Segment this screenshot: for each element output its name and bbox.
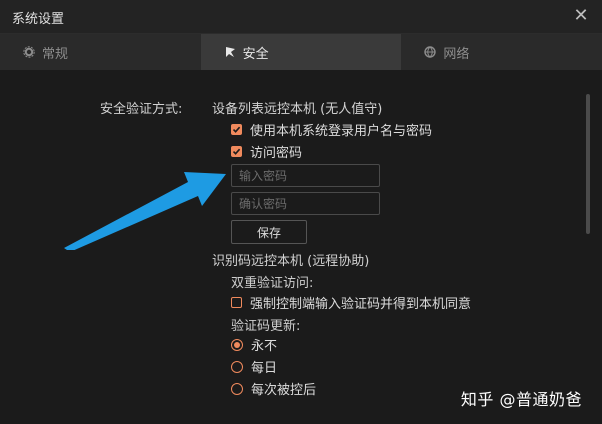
window-title: 系统设置 <box>12 12 65 27</box>
update-option-after-session[interactable]: 每次被控后 <box>231 379 316 398</box>
force-verify-checkbox[interactable] <box>231 297 242 308</box>
update-option-daily[interactable]: 每日 <box>231 357 277 376</box>
update-daily-label: 每日 <box>251 361 278 376</box>
scrollbar-thumb[interactable] <box>586 94 590 234</box>
save-button[interactable]: 保存 <box>231 220 307 244</box>
use-system-login-label: 使用本机系统登录用户名与密码 <box>250 124 433 139</box>
watermark-text: 知乎 @普通奶爸 <box>460 390 582 409</box>
update-option-never[interactable]: 永不 <box>231 335 277 354</box>
force-verify-option[interactable]: 强制控制端输入验证码并得到本机同意 <box>231 293 471 312</box>
update-never-label: 永不 <box>251 339 278 354</box>
use-system-login-checkbox[interactable] <box>231 124 242 135</box>
password-input[interactable] <box>231 164 380 187</box>
radio-selected-dot <box>234 341 240 348</box>
access-password-checkbox[interactable] <box>231 146 242 157</box>
two-factor-label: 双重验证访问: <box>231 276 314 291</box>
access-password-option[interactable]: 访问密码 <box>231 142 302 161</box>
tab-network-label: 网络 <box>443 46 470 62</box>
tab-security[interactable]: 安全 <box>200 34 402 70</box>
force-verify-label: 强制控制端输入验证码并得到本机同意 <box>250 297 472 312</box>
code-update-label: 验证码更新: <box>231 319 301 334</box>
update-after-session-radio[interactable] <box>231 382 243 395</box>
remote-assist-group-title: 识别码远控本机 (远程协助) <box>212 254 370 269</box>
globe-icon <box>423 45 437 59</box>
gear-icon <box>22 45 36 59</box>
close-icon[interactable]: ✕ <box>572 7 590 25</box>
tab-bar: 常规 安全 网络 <box>0 34 602 70</box>
update-after-session-label: 每次被控后 <box>251 383 317 398</box>
tab-network[interactable]: 网络 <box>401 34 602 70</box>
annotation-arrow-icon <box>64 172 226 250</box>
confirm-password-input[interactable] <box>231 192 380 215</box>
update-never-radio[interactable] <box>231 338 243 351</box>
unattended-group-title: 设备列表远控本机 (无人值守) <box>212 102 383 117</box>
security-icon <box>223 45 237 59</box>
use-system-login-option[interactable]: 使用本机系统登录用户名与密码 <box>231 120 432 139</box>
access-password-label: 访问密码 <box>250 146 303 161</box>
tab-general-label: 常规 <box>42 46 69 62</box>
update-daily-radio[interactable] <box>231 360 243 373</box>
tab-security-label: 安全 <box>242 46 269 62</box>
tab-general[interactable]: 常规 <box>0 34 201 70</box>
title-bar: 系统设置 ✕ <box>0 0 602 34</box>
